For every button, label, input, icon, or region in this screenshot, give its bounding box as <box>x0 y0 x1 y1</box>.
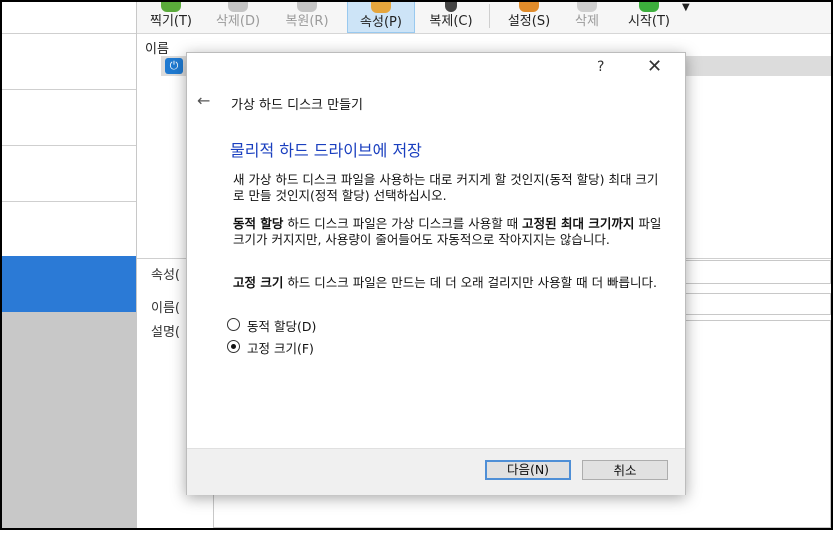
discard-icon <box>577 0 597 12</box>
close-icon[interactable]: ✕ <box>647 56 662 77</box>
clone-button[interactable]: 복제(C) <box>421 0 481 33</box>
dialog-title: 가상 하드 디스크 만들기 <box>231 98 363 113</box>
snapshot-icon <box>161 0 181 12</box>
panel-divider <box>2 201 136 202</box>
attributes-tab-label[interactable]: 속성( <box>151 264 180 283</box>
name-field-label: 이름( <box>151 301 180 316</box>
dynamic-text-1: 하드 디스크 파일은 가상 디스크를 사용할 때 <box>283 216 523 231</box>
delete-snapshot-label: 삭제(D) <box>215 14 261 29</box>
machine-tools-panel <box>2 0 137 551</box>
toolbar-separator <box>489 4 490 28</box>
fixed-size-label: 고정 크기(F) <box>247 341 314 356</box>
start-button[interactable]: 시작(T) <box>619 0 679 33</box>
power-icon: ⏻ <box>165 58 183 74</box>
fixed-term: 고정 크기 <box>233 275 284 290</box>
list-icon <box>82 530 112 552</box>
delete-snapshot-button[interactable]: 삭제(D) <box>208 0 268 33</box>
machine-tools-button[interactable] <box>2 256 136 551</box>
take-snapshot-button[interactable]: 찍기(T) <box>142 0 200 33</box>
radio-checked-icon <box>227 340 240 353</box>
clone-icon <box>445 0 457 12</box>
panel-divider <box>2 89 136 90</box>
snapshot-toolbar: 찍기(T) 삭제(D) 복원(R) 속성(P) 복제(C) 설정(S) 삭제 시… <box>137 0 831 34</box>
cancel-button[interactable]: 취소 <box>582 460 668 480</box>
back-arrow-icon[interactable]: ← <box>197 91 210 110</box>
create-virtual-disk-dialog: ? ✕ ← 가상 하드 디스크 만들기 물리적 하드 드라이브에 저장 새 가상… <box>186 52 686 495</box>
intro-text: 새 가상 하드 디스크 파일을 사용하는 대로 커지게 할 것인지(동적 할당)… <box>233 172 659 203</box>
fixed-text: 하드 디스크 파일은 만드는 데 더 오래 걸리지만 사용할 때 더 빠릅니다. <box>283 275 658 290</box>
dynamic-term: 동적 할당 <box>233 216 284 231</box>
description-field-label: 설명( <box>151 325 180 340</box>
page-heading: 물리적 하드 드라이브에 저장 <box>230 141 422 160</box>
take-snapshot-label: 찍기(T) <box>149 14 192 29</box>
start-dropdown-arrow-icon[interactable]: ▼ <box>682 2 690 13</box>
fixed-description: 고정 크기 하드 디스크 파일은 만드는 데 더 오래 걸리지만 사용할 때 더… <box>233 275 663 291</box>
dynamic-description: 동적 할당 하드 디스크 파일은 가상 디스크를 사용할 때 고정된 최대 크기… <box>233 216 663 248</box>
settings-icon <box>519 0 539 12</box>
dynamic-term-2: 고정된 최대 크기까지 <box>522 216 635 231</box>
panel-divider <box>2 145 136 146</box>
dynamic-allocation-label: 동적 할당(D) <box>247 319 317 334</box>
clone-label: 복제(C) <box>429 14 473 29</box>
restore-snapshot-button[interactable]: 복원(R) <box>277 0 337 33</box>
properties-icon <box>371 1 391 13</box>
panel-divider <box>2 33 136 34</box>
help-icon[interactable]: ? <box>597 59 604 75</box>
delete-icon <box>228 0 248 12</box>
settings-button[interactable]: 설정(S) <box>499 0 559 33</box>
name-column-header: 이름 <box>145 42 169 57</box>
snapshot-properties-button[interactable]: 속성(P) <box>347 0 415 33</box>
discard-label: 삭제 <box>575 14 599 29</box>
radio-unchecked-icon <box>227 318 240 331</box>
restore-icon <box>297 0 317 12</box>
dialog-footer: 다음(N) 취소 <box>187 448 685 495</box>
restore-snapshot-label: 복원(R) <box>285 14 329 29</box>
start-label: 시작(T) <box>627 14 670 29</box>
snapshot-properties-label: 속성(P) <box>360 15 402 30</box>
start-icon <box>639 0 659 12</box>
panel-empty-area <box>2 312 136 528</box>
next-button[interactable]: 다음(N) <box>485 460 571 480</box>
settings-label: 설정(S) <box>507 14 551 29</box>
discard-button[interactable]: 삭제 <box>565 0 609 33</box>
